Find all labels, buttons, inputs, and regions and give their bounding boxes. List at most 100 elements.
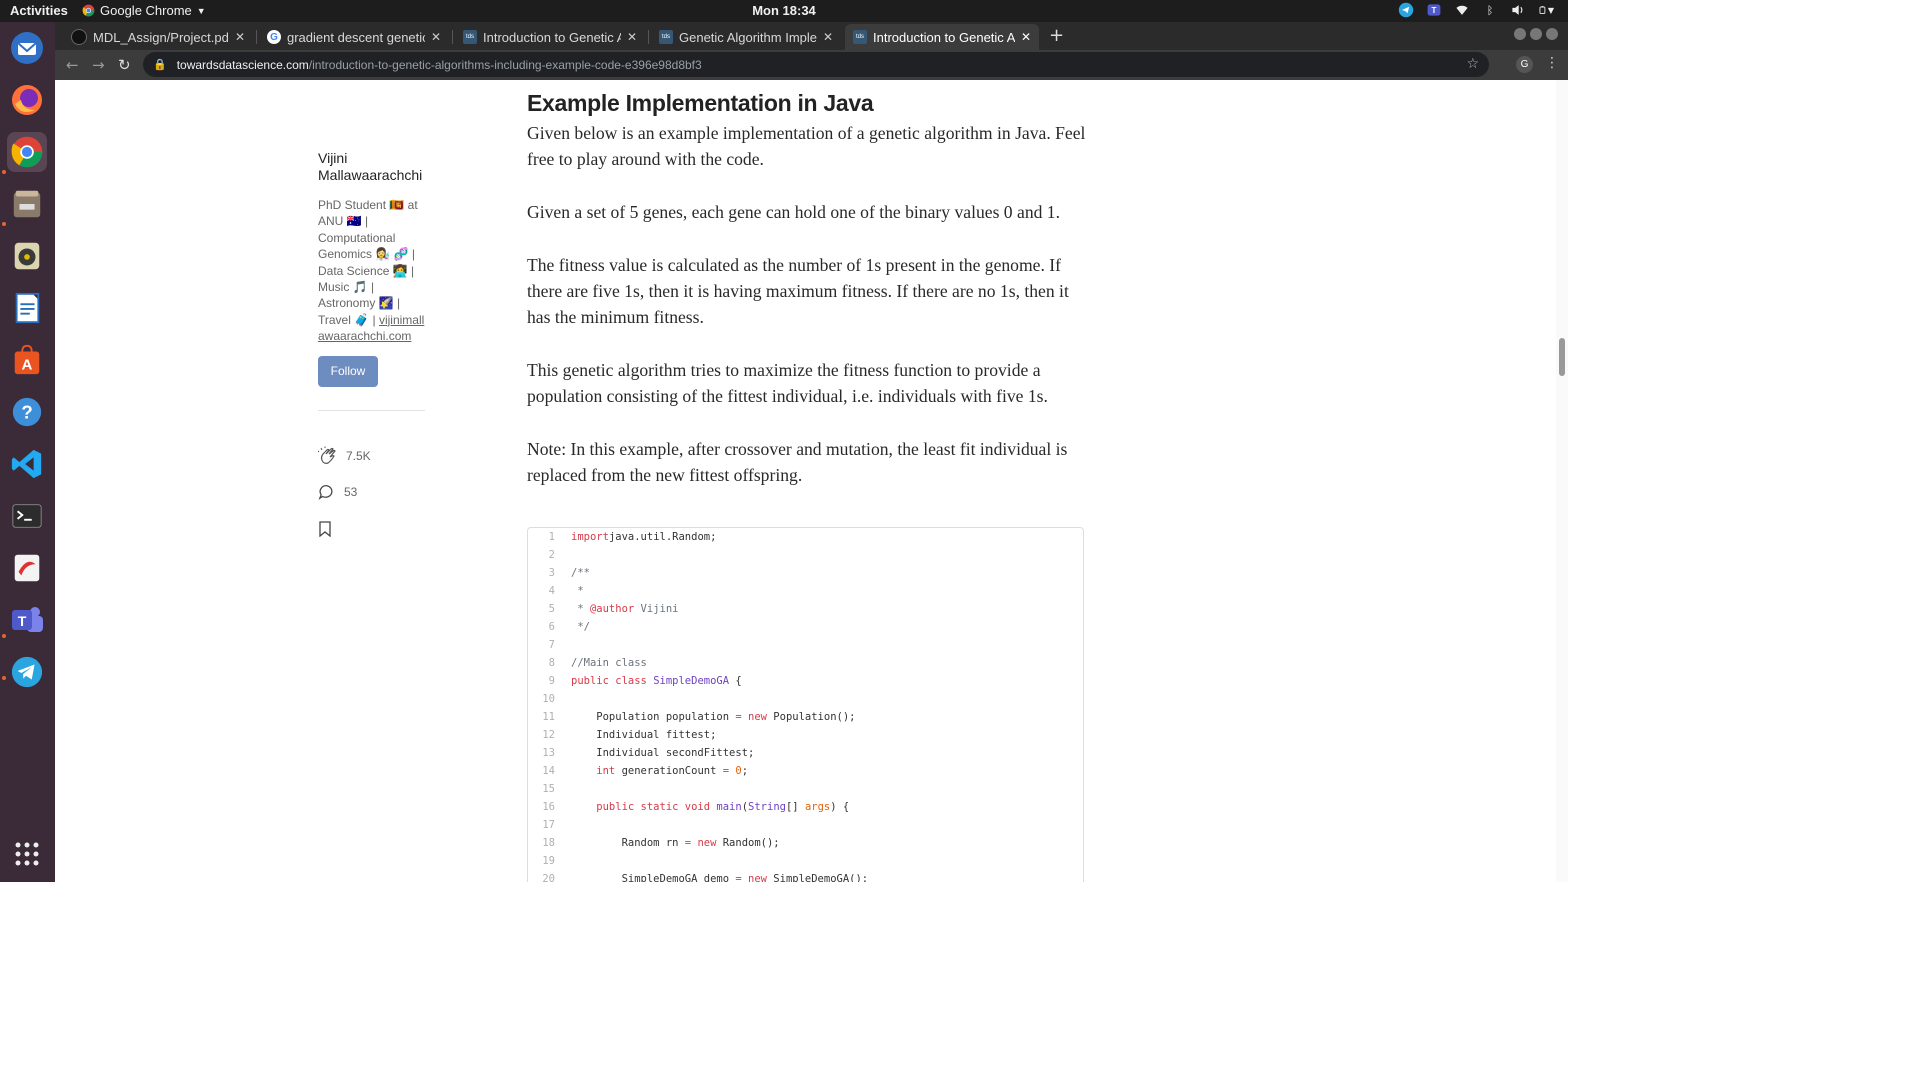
code-token: int (571, 765, 616, 777)
tab-separator (648, 30, 649, 44)
code-line: 1 importjava.util.Random; (528, 528, 1083, 546)
firefox-icon[interactable] (7, 80, 47, 120)
code-line: 6 */ (528, 618, 1083, 636)
section-heading: Example Implementation in Java (527, 90, 874, 116)
thunderbird-icon[interactable] (7, 28, 47, 68)
power-icon[interactable]: ▼ (1538, 2, 1554, 18)
code-token: Vijini (634, 603, 679, 615)
writer-icon[interactable] (7, 288, 47, 328)
svg-text:?: ? (21, 403, 33, 424)
clock[interactable]: Mon 18:34 (0, 3, 1568, 18)
address-bar[interactable]: 🔒 towardsdatascience.com/introduction-to… (143, 52, 1489, 77)
maximize-button[interactable] (1530, 28, 1542, 40)
paragraph: Note: In this example, after crossover a… (527, 439, 1068, 485)
code-token: @author (589, 603, 635, 615)
code-token: { (729, 675, 742, 687)
telegram-tray-icon[interactable] (1398, 2, 1414, 18)
volume-icon[interactable] (1510, 2, 1526, 18)
system-tray[interactable]: T ᛒ ▼ (1398, 2, 1554, 18)
software-center-icon[interactable]: A (7, 340, 47, 380)
tab-separator (452, 30, 453, 44)
code-token: //Main class (571, 657, 647, 669)
code-token: Population(); (766, 711, 856, 723)
close-icon[interactable]: ✕ (1021, 30, 1031, 44)
response-count: 53 (344, 485, 358, 499)
line-number: 11 (542, 711, 555, 723)
show-applications-icon[interactable] (7, 834, 47, 874)
code-line: 20 SimpleDemoGA demo = new SimpleDemoGA(… (528, 870, 1083, 882)
code-token: /** (571, 567, 590, 579)
code-token: Population population (571, 711, 736, 723)
close-icon[interactable]: ✕ (235, 30, 245, 44)
bookmark-button[interactable] (318, 521, 332, 537)
code-line: 13 Individual secondFittest; (528, 744, 1083, 762)
close-window-button[interactable] (1546, 28, 1558, 40)
minimize-button[interactable] (1514, 28, 1526, 40)
help-icon[interactable]: ? (7, 392, 47, 432)
tab-ga-implementation[interactable]: tds Genetic Algorithm Implem ✕ (651, 24, 841, 50)
close-icon[interactable]: ✕ (823, 30, 833, 44)
document-viewer-icon[interactable] (7, 548, 47, 588)
forward-arrow-icon[interactable]: → (92, 56, 105, 74)
menu-dots-icon[interactable]: ⋮ (1545, 55, 1559, 71)
toolbar: ← → ↻ 🔒 towardsdatascience.com/introduct… (55, 50, 1568, 80)
terminal-icon[interactable] (7, 496, 47, 536)
line-number: 9 (548, 675, 555, 687)
line-number: 14 (542, 765, 555, 777)
wifi-icon[interactable] (1454, 2, 1470, 18)
new-tab-button[interactable]: + (1049, 25, 1064, 46)
code-line: 3 /** (528, 564, 1083, 582)
scrollbar-thumb[interactable] (1559, 338, 1565, 376)
close-icon[interactable]: ✕ (431, 30, 441, 44)
svg-text:T: T (1432, 6, 1437, 15)
reload-icon[interactable]: ↻ (118, 56, 131, 74)
code-text: importjava.util.Random; (571, 528, 716, 546)
line-number: 10 (542, 693, 555, 705)
author-bio: PhD Student 🇱🇰 at ANU 🇦🇺 | Computational… (318, 197, 430, 345)
follow-button[interactable]: Follow (318, 355, 378, 387)
back-arrow-icon[interactable]: ← (66, 56, 79, 74)
vscode-icon[interactable] (7, 444, 47, 484)
tab-google-search[interactable]: G gradient descent genetic ✕ (259, 24, 449, 50)
teams-tray-icon[interactable]: T (1426, 2, 1442, 18)
clap-stat[interactable]: 7.5K (318, 446, 371, 466)
tab-github-project[interactable]: MDL_Assign/Project.pdf ✕ (63, 24, 253, 50)
line-number: 12 (542, 729, 555, 741)
telegram-dock-icon[interactable] (7, 652, 47, 692)
google-icon: G (267, 30, 281, 44)
code-text: //Main class (571, 654, 647, 672)
responses-stat[interactable]: 53 (318, 483, 357, 501)
tab-label: gradient descent genetic (287, 29, 425, 45)
code-token: Random rn (571, 837, 685, 849)
lock-icon[interactable]: 🔒 (153, 58, 167, 71)
line-number: 13 (542, 747, 555, 759)
close-icon[interactable]: ✕ (627, 30, 637, 44)
running-indicator (2, 222, 6, 226)
bluetooth-icon[interactable]: ᛒ (1482, 2, 1498, 18)
tab-intro-ga-1[interactable]: tds Introduction to Genetic A ✕ (455, 24, 645, 50)
teams-dock-icon[interactable]: T (7, 600, 47, 640)
code-line: 18 Random rn = new Random(); (528, 834, 1083, 852)
code-embed[interactable]: 1 importjava.util.Random; 2 3/** 4 * 5 * @aut… (527, 527, 1084, 882)
tab-label: MDL_Assign/Project.pdf (93, 29, 229, 45)
rhythmbox-icon[interactable] (7, 236, 47, 276)
profile-avatar[interactable]: G (1516, 56, 1533, 73)
code-token: main (716, 801, 742, 813)
dock: A ? T (0, 22, 55, 882)
code-line: 11 Population population = new Populatio… (528, 708, 1083, 726)
files-icon[interactable] (7, 184, 47, 224)
author-name[interactable]: Vijini Mallawaarachchi (318, 150, 430, 184)
paragraph: Given below is an example implementation… (527, 123, 1086, 169)
page-scrollbar[interactable] (1556, 80, 1568, 882)
tab-intro-ga-active[interactable]: tds Introduction to Genetic A ✕ (845, 24, 1039, 50)
code-token: SimpleDemoGA (653, 675, 730, 687)
code-line: 9 public class SimpleDemoGA { (528, 672, 1083, 690)
code-line: 16 public static void main(String[] args… (528, 798, 1083, 816)
line-number: 3 (548, 567, 555, 579)
code-token: import (571, 531, 609, 543)
chrome-dock-icon[interactable] (7, 132, 47, 172)
bookmark-icon (319, 521, 331, 537)
code-text: * @author Vijini (571, 600, 679, 618)
code-text: Individual secondFittest; (571, 744, 754, 762)
bookmark-star-icon[interactable]: ☆ (1466, 56, 1479, 72)
